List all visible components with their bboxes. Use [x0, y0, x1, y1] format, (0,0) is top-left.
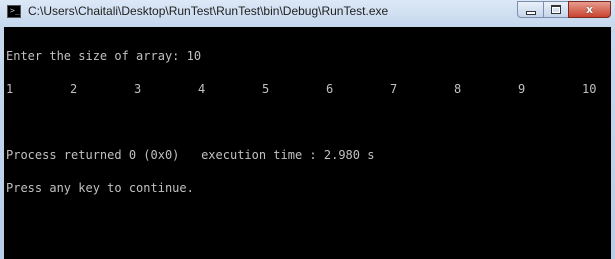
- array-value: 8: [454, 82, 462, 96]
- prompt-line: Enter the size of array: 10: [6, 49, 202, 63]
- array-value: 9: [518, 82, 526, 96]
- array-value: 2: [70, 82, 78, 96]
- array-output-row: 1 2 3 4 5 6 7 8 9 10: [6, 82, 596, 96]
- close-button[interactable]: x: [568, 1, 611, 18]
- maximize-button[interactable]: [543, 1, 568, 18]
- minimize-button[interactable]: [517, 1, 543, 18]
- window-title: C:\Users\Chaitali\Desktop\RunTest\RunTes…: [28, 4, 389, 18]
- console-text: Enter the size of array: 10 1 2 3 4 5 6 …: [6, 29, 596, 216]
- array-value: 6: [326, 82, 334, 96]
- array-value: 5: [262, 82, 270, 96]
- array-value: 7: [390, 82, 398, 96]
- array-value: 1: [6, 82, 14, 96]
- minimize-icon: [525, 10, 536, 15]
- window-controls: x: [517, 1, 611, 18]
- title-bar[interactable]: >_ C:\Users\Chaitali\Desktop\RunTest\Run…: [0, 0, 615, 26]
- console-window: >_ C:\Users\Chaitali\Desktop\RunTest\Run…: [0, 0, 615, 259]
- console-output-area[interactable]: Enter the size of array: 10 1 2 3 4 5 6 …: [4, 27, 611, 259]
- maximize-icon: [551, 5, 561, 14]
- array-value: 4: [198, 82, 206, 96]
- close-icon: x: [585, 3, 594, 16]
- array-value: 10: [582, 82, 597, 96]
- console-app-icon[interactable]: >_: [7, 5, 21, 18]
- array-value: 3: [134, 82, 142, 96]
